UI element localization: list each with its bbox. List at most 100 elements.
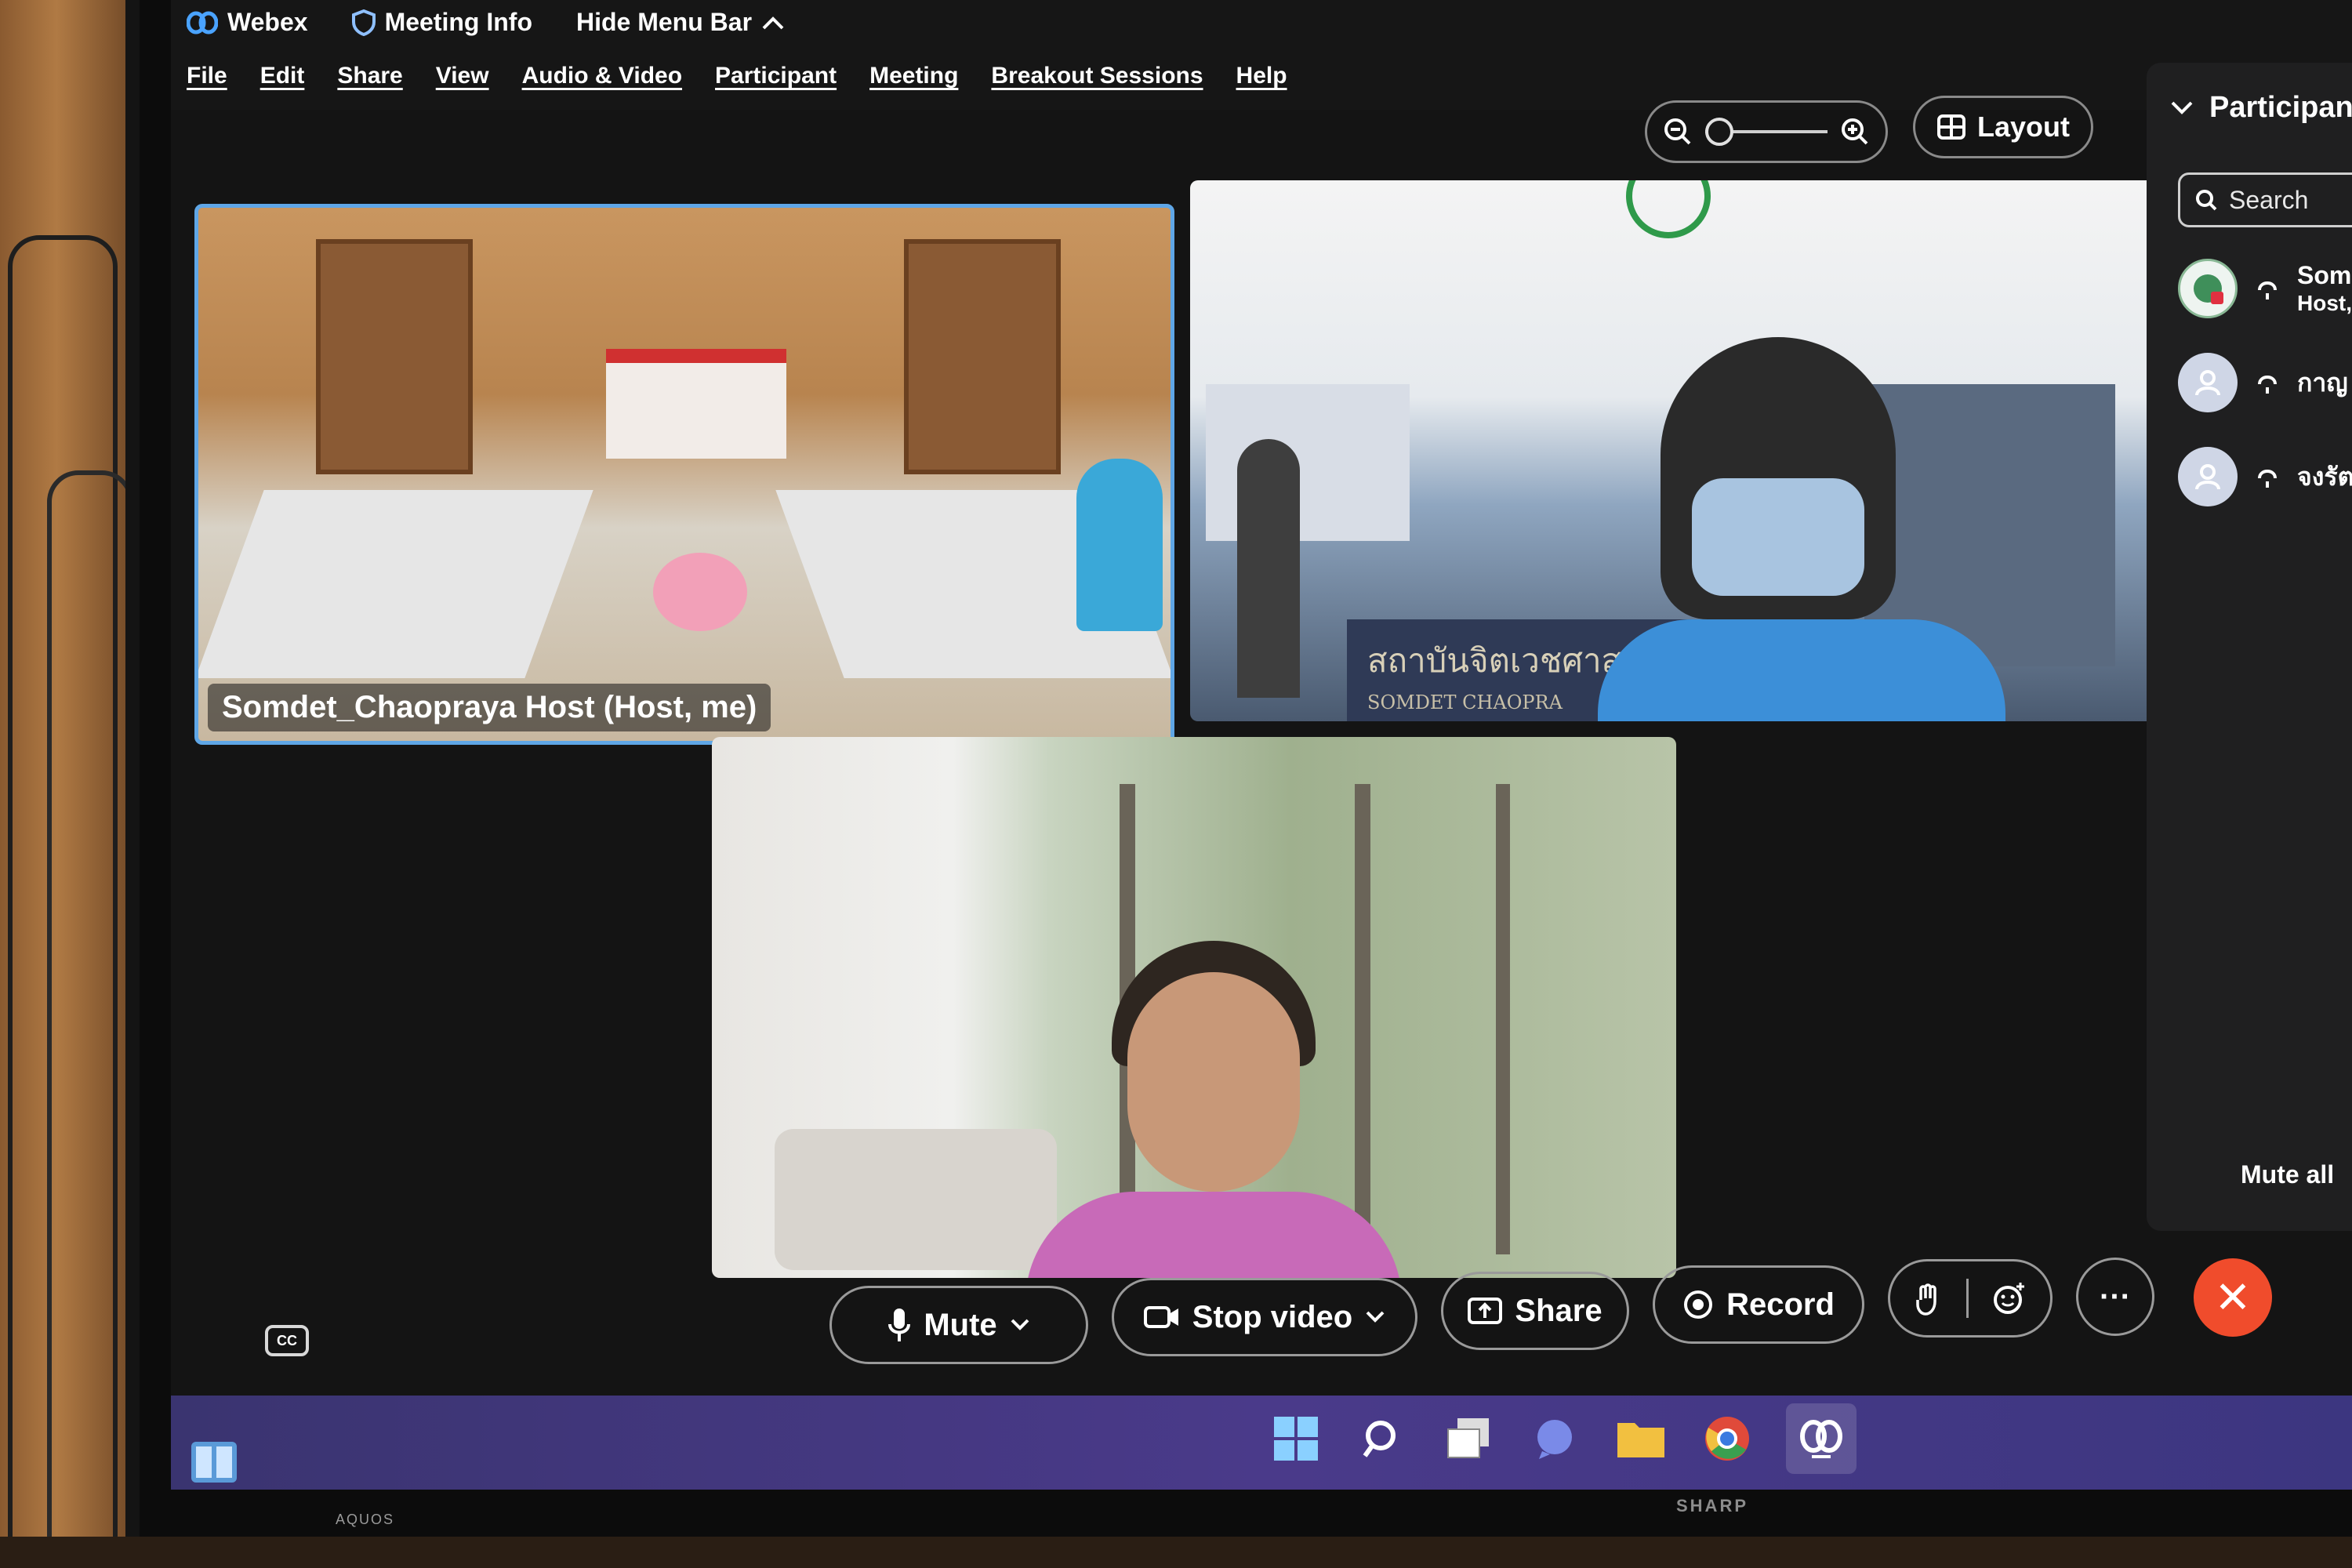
file-explorer-icon[interactable] [1613, 1411, 1668, 1466]
chevron-down-icon[interactable] [1365, 1310, 1385, 1324]
room-door [904, 239, 1061, 474]
menu-share[interactable]: Share [337, 63, 402, 89]
mute-button[interactable]: Mute [829, 1286, 1088, 1364]
participant-shirt [1025, 1192, 1402, 1278]
reaction-emoji-icon[interactable] [1992, 1281, 2027, 1316]
menu-audio-video[interactable]: Audio & Video [522, 63, 682, 89]
stop-video-button[interactable]: Stop video [1112, 1278, 1417, 1356]
record-button[interactable]: Record [1653, 1265, 1864, 1344]
conference-table [198, 490, 593, 678]
record-icon [1684, 1290, 1713, 1319]
participant-name: จงรัต [2297, 462, 2352, 491]
share-button[interactable]: Share [1441, 1272, 1629, 1350]
layout-button[interactable]: Layout [1913, 96, 2093, 158]
more-options-label: ··· [2100, 1279, 2131, 1314]
mute-all-button[interactable]: Mute all [2241, 1160, 2334, 1189]
video-tile-participant-3[interactable] [712, 737, 1676, 1278]
chevron-down-icon [2171, 101, 2193, 114]
room-door [316, 239, 473, 474]
ministry-logo-icon [1626, 180, 1711, 238]
webex-logo-icon [187, 11, 218, 34]
menu-edit[interactable]: Edit [260, 63, 305, 89]
face-mask [1692, 478, 1864, 596]
meeting-info-button[interactable]: Meeting Info [351, 8, 532, 37]
flower-arrangement [653, 553, 747, 631]
zoom-slider-handle[interactable] [1705, 118, 1733, 146]
share-label: Share [1515, 1293, 1602, 1328]
participant-row[interactable]: กาญ [2178, 353, 2348, 412]
hospital-logo-icon [2194, 274, 2223, 304]
sofa [775, 1129, 1057, 1270]
monitor-brand-center: SHARP [1676, 1496, 1749, 1515]
search-placeholder: Search [2229, 185, 2309, 214]
windows-taskbar [171, 1396, 2352, 1490]
webex-top-bar: Webex Meeting Info Hide Menu Bar File Ed… [171, 0, 2352, 110]
raise-hand-icon[interactable] [1915, 1281, 1943, 1316]
reactions-group [1888, 1259, 2053, 1338]
share-screen-icon [1468, 1298, 1503, 1324]
banner [606, 349, 786, 459]
taskbar-search-icon[interactable] [1355, 1411, 1410, 1466]
chevron-down-icon[interactable] [1010, 1318, 1030, 1332]
video-tile-host[interactable]: Somdet_Chaopraya Host (Host, me) [194, 204, 1174, 745]
app-name: Webex [227, 8, 308, 36]
meeting-info-label: Meeting Info [384, 8, 532, 36]
task-view-icon[interactable] [1441, 1411, 1496, 1466]
menu-file[interactable]: File [187, 63, 227, 89]
stop-video-label: Stop video [1192, 1299, 1353, 1334]
mute-label: Mute [924, 1307, 997, 1342]
zoom-slider[interactable] [1705, 118, 1828, 146]
widgets-icon[interactable] [187, 1435, 241, 1490]
windows-start-icon[interactable] [1269, 1411, 1323, 1466]
user-icon [2195, 464, 2220, 490]
leave-meeting-button[interactable]: ✕ [2194, 1258, 2272, 1337]
more-options-button[interactable]: ··· [2076, 1258, 2154, 1336]
headset-icon [2258, 470, 2277, 488]
participant-row[interactable]: จงรัต [2178, 447, 2352, 506]
participant-name: กาญ [2297, 368, 2348, 397]
menu-view[interactable]: View [436, 63, 489, 89]
divider [1965, 1279, 1969, 1318]
chat-icon[interactable] [1527, 1411, 1582, 1466]
avatar [2178, 353, 2238, 412]
zoom-control [1645, 100, 1888, 163]
video-tile-participant-2[interactable]: สถาบันจิตเวชศาส SOMDET CHAOPRA [1190, 180, 2170, 721]
search-icon [2196, 190, 2217, 211]
chevron-up-icon [762, 16, 784, 29]
webex-taskbar-icon[interactable] [1786, 1403, 1857, 1474]
headset-icon [2258, 376, 2277, 394]
participant-name: Som [2297, 261, 2352, 289]
hide-menu-bar-label: Hide Menu Bar [575, 8, 753, 36]
participant-shirt [1598, 619, 2005, 721]
tree-trunk [1496, 784, 1510, 1254]
record-label: Record [1726, 1287, 1835, 1322]
hide-menu-bar-button[interactable]: Hide Menu Bar [576, 8, 785, 37]
desk [0, 1537, 2352, 1568]
participant-name-label: Somdet_Chaopraya Host (Host, me) [208, 684, 771, 731]
participants-panel-header[interactable]: Participants [2170, 91, 2352, 125]
avatar [2178, 259, 2238, 318]
participant-search-input[interactable]: Search [2178, 172, 2352, 227]
chrome-icon[interactable] [1700, 1411, 1755, 1466]
menu-meeting[interactable]: Meeting [869, 63, 958, 89]
menu-bar: File Edit Share View Audio & Video Parti… [187, 63, 1287, 89]
zoom-in-icon[interactable] [1840, 117, 1870, 147]
layout-label: Layout [1976, 111, 2070, 143]
microphone-icon [888, 1308, 911, 1341]
statue [1237, 439, 1300, 698]
participant-row[interactable]: Som Host, [2178, 259, 2352, 318]
monitor: Webex Meeting Info Hide Menu Bar File Ed… [125, 0, 2352, 1552]
menu-breakout-sessions[interactable]: Breakout Sessions [991, 63, 1203, 89]
building [1206, 384, 1410, 541]
cable [47, 470, 133, 1568]
monitor-brand-left: AQUOS [336, 1512, 395, 1527]
avatar [2178, 447, 2238, 506]
webex-app-button[interactable]: Webex [187, 8, 308, 37]
participants-panel: Participants Search [2147, 63, 2352, 1231]
menu-help[interactable]: Help [1236, 63, 1287, 89]
participants-title: Participants [2209, 91, 2352, 124]
tree-trunk [1355, 784, 1370, 1254]
zoom-out-icon[interactable] [1663, 117, 1693, 147]
closed-captions-icon[interactable]: CC [265, 1325, 309, 1356]
menu-participant[interactable]: Participant [715, 63, 837, 89]
